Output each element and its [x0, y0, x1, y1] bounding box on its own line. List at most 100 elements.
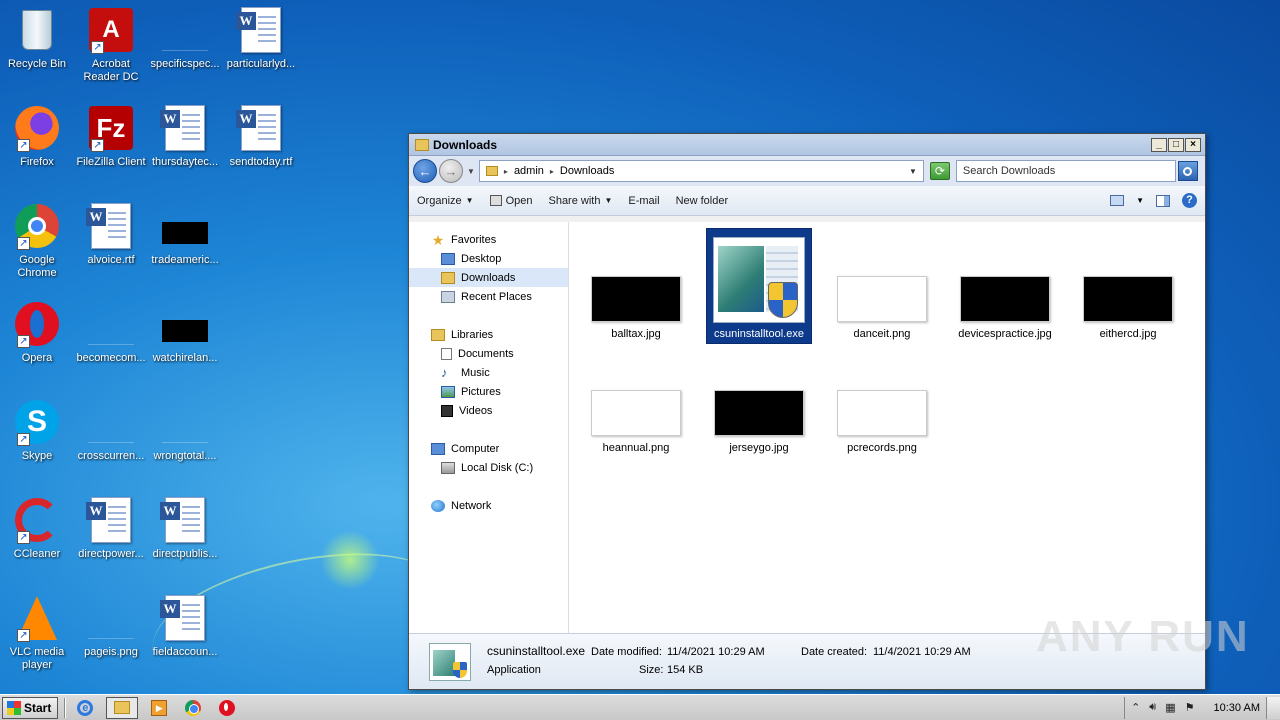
show-hidden-icons-icon[interactable]: ⌃: [1131, 701, 1140, 714]
folder-icon: [114, 701, 131, 714]
file-list[interactable]: balltax.jpg csuninstalltool.exe danceit.pn…: [569, 222, 1205, 633]
nav-music[interactable]: ♪ Music: [409, 363, 568, 382]
file-item[interactable]: jerseygo.jpg: [706, 390, 812, 457]
details-file-type: Application: [487, 664, 541, 676]
star-icon: ★: [431, 231, 445, 248]
desktop-icon-pageis-png[interactable]: pageis.png: [74, 594, 148, 659]
opera-icon: [219, 699, 236, 716]
start-button[interactable]: Start: [2, 696, 59, 719]
nav-label: Pictures: [461, 385, 501, 398]
desktop-icon-becomecom[interactable]: becomecom...: [74, 300, 148, 365]
nav-network[interactable]: Network: [409, 496, 568, 515]
desktop-icon-watchirelan[interactable]: watchirelan...: [148, 300, 222, 365]
nav-documents[interactable]: Documents: [409, 344, 568, 363]
nav-downloads[interactable]: Downloads: [409, 268, 568, 287]
desktop-icon-tradeameric[interactable]: tradeameric...: [148, 202, 222, 267]
desktop-icon-specificspec[interactable]: specificspec...: [148, 6, 222, 71]
title-bar[interactable]: Downloads _ □ ×: [409, 134, 1205, 156]
explorer-window[interactable]: Downloads _ □ × ← → ▼ ▸ admin ▸ Download…: [408, 133, 1206, 690]
breadcrumb-separator-icon[interactable]: ▸: [504, 167, 508, 176]
nav-favorites[interactable]: ★ Favorites: [409, 230, 568, 249]
show-desktop-button[interactable]: [1266, 696, 1280, 719]
minimize-button[interactable]: _: [1151, 137, 1167, 152]
downloads-folder-icon: [441, 271, 455, 284]
desktop-icon-directpower[interactable]: Wdirectpower...: [74, 496, 148, 561]
desktop-icon-opera[interactable]: ↗ Opera: [0, 300, 74, 365]
close-button[interactable]: ×: [1185, 137, 1201, 152]
nav-libraries[interactable]: Libraries: [409, 325, 568, 344]
desktop-icon-sendtoday-rtf[interactable]: Wsendtoday.rtf: [224, 104, 298, 169]
desktop-icon-firefox[interactable]: ↗ Firefox: [0, 104, 74, 169]
action-center-flag-icon[interactable]: ⚑: [1185, 701, 1195, 714]
search-input[interactable]: Search Downloads: [955, 160, 1176, 182]
forward-button[interactable]: →: [439, 159, 463, 183]
help-icon[interactable]: ?: [1182, 193, 1197, 208]
desktop-icon-skype[interactable]: S ↗ Skype: [0, 398, 74, 463]
image-file-icon: [161, 202, 209, 250]
change-view-icon[interactable]: [1110, 195, 1125, 206]
volume-icon[interactable]: 🔊︎: [1149, 701, 1156, 714]
desktop-icon-acrobat-reader-dc[interactable]: A ↗ Acrobat Reader DC: [74, 6, 148, 84]
desktop-icon-particularlyd[interactable]: Wparticularlyd...: [224, 6, 298, 71]
recent-pages-dropdown[interactable]: ▼: [467, 167, 475, 176]
navigation-pane[interactable]: ★ Favorites Desktop Downloads Recent Plac…: [409, 222, 569, 633]
file-item[interactable]: pcrecords.png: [829, 390, 935, 457]
desktop-icon-alvoice-rtf[interactable]: Walvoice.rtf: [74, 202, 148, 267]
refresh-button[interactable]: ⟳: [929, 162, 950, 180]
application-icon: [429, 643, 471, 681]
share-with-button[interactable]: Share with ▼: [548, 195, 612, 207]
desktop-icon-recycle-bin[interactable]: Recycle Bin: [0, 6, 74, 71]
taskbar-internet-explorer[interactable]: e: [72, 697, 98, 719]
desktop-icon-filezilla-client[interactable]: Fz ↗ FileZilla Client: [74, 104, 148, 169]
organize-button[interactable]: Organize ▼: [417, 195, 474, 207]
word-doc-icon: W: [86, 496, 135, 544]
nav-label: Recent Places: [461, 290, 532, 303]
taskbar-windows-explorer[interactable]: [106, 696, 139, 719]
explorer-body: ★ Favorites Desktop Downloads Recent Plac…: [409, 222, 1205, 633]
file-item[interactable]: heannual.png: [583, 390, 689, 457]
desktop-icon-directpublis[interactable]: Wdirectpublis...: [148, 496, 222, 561]
desktop-icon-wrongtotal[interactable]: wrongtotal....: [148, 398, 222, 463]
nav-videos[interactable]: Videos: [409, 401, 568, 420]
anyrun-watermark: ANY RUN: [1036, 612, 1250, 661]
taskbar-media-player[interactable]: ▶: [146, 697, 172, 719]
file-item[interactable]: csuninstalltool.exe: [706, 228, 812, 344]
email-button[interactable]: E-mail: [628, 195, 659, 207]
nav-local-disk[interactable]: Local Disk (C:): [409, 458, 568, 477]
desktop-icon-ccleaner[interactable]: ↗ CCleaner: [0, 496, 74, 561]
folder-icon: [485, 166, 498, 176]
file-item[interactable]: devicespractice.jpg: [952, 276, 1058, 343]
desktop-icon-label: becomecom...: [76, 352, 146, 364]
back-button[interactable]: ←: [413, 159, 437, 183]
nav-desktop[interactable]: Desktop: [409, 249, 568, 268]
open-label: Open: [505, 194, 533, 207]
taskbar-chrome[interactable]: [180, 697, 206, 719]
new-folder-button[interactable]: New folder: [676, 195, 729, 207]
breadcrumb-downloads[interactable]: Downloads: [560, 165, 614, 177]
desktop-icon-thursdaytec[interactable]: Wthursdaytec...: [148, 104, 222, 169]
search-button[interactable]: [1177, 161, 1198, 181]
desktop-icon-crosscurren[interactable]: crosscurren...: [74, 398, 148, 463]
desktop-icon-google-chrome[interactable]: ↗ Google Chrome: [0, 202, 74, 280]
preview-pane-icon[interactable]: [1156, 194, 1170, 207]
network-status-icon[interactable]: ▦: [1165, 701, 1175, 714]
desktop-icon-fieldaccoun[interactable]: Wfieldaccoun...: [148, 594, 222, 659]
chevron-down-icon[interactable]: ▼: [909, 167, 917, 176]
nav-computer[interactable]: Computer: [409, 439, 568, 458]
open-button[interactable]: Open: [489, 194, 533, 207]
file-item[interactable]: danceit.png: [829, 276, 935, 343]
chevron-down-icon[interactable]: ▼: [1136, 196, 1144, 205]
file-name: csuninstalltool.exe: [714, 328, 804, 340]
breadcrumb-admin[interactable]: admin: [514, 165, 544, 177]
taskbar-opera[interactable]: [214, 697, 240, 719]
maximize-button[interactable]: □: [1168, 137, 1184, 152]
address-field[interactable]: ▸ admin ▸ Downloads ▼: [478, 160, 924, 182]
nav-pictures[interactable]: Pictures: [409, 382, 568, 401]
nav-recent-places[interactable]: Recent Places: [409, 287, 568, 306]
file-item[interactable]: eithercd.jpg: [1075, 276, 1181, 343]
clock[interactable]: 10:30 AM: [1214, 702, 1260, 714]
breadcrumb-separator-icon[interactable]: ▸: [550, 167, 554, 176]
desktop-icon-vlc-media-player[interactable]: ↗ VLC media player: [0, 594, 74, 672]
file-item[interactable]: balltax.jpg: [583, 276, 689, 343]
file-name: eithercd.jpg: [1099, 328, 1157, 340]
